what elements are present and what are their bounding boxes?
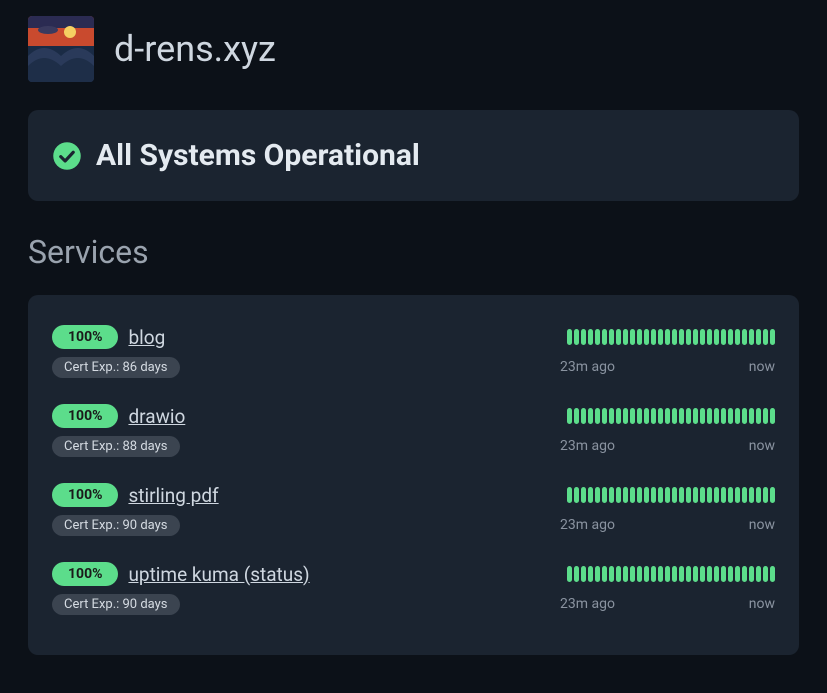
service-row: 100% uptime kuma (status) Cert Exp.: 90 … bbox=[52, 552, 775, 631]
page-header: d-rens.xyz bbox=[0, 0, 827, 98]
service-link-stirling-pdf[interactable]: stirling pdf bbox=[128, 484, 218, 507]
heartbeat-bar bbox=[567, 487, 775, 503]
time-to: now bbox=[749, 517, 775, 533]
uptime-badge: 100% bbox=[52, 325, 118, 349]
cert-badge: Cert Exp.: 90 days bbox=[52, 594, 180, 615]
service-row: 100% drawio Cert Exp.: 88 days 23m ago n… bbox=[52, 394, 775, 473]
service-link-blog[interactable]: blog bbox=[128, 326, 165, 349]
time-range: 23m ago now bbox=[560, 517, 775, 533]
uptime-badge: 100% bbox=[52, 562, 118, 586]
time-from: 23m ago bbox=[560, 359, 615, 375]
status-banner: All Systems Operational bbox=[28, 110, 799, 201]
service-link-uptime-kuma[interactable]: uptime kuma (status) bbox=[128, 563, 309, 586]
site-logo bbox=[28, 16, 94, 82]
heartbeat-bar bbox=[567, 408, 775, 424]
time-from: 23m ago bbox=[560, 438, 615, 454]
service-row: 100% stirling pdf Cert Exp.: 90 days 23m… bbox=[52, 473, 775, 552]
time-range: 23m ago now bbox=[560, 596, 775, 612]
time-range: 23m ago now bbox=[560, 359, 775, 375]
heartbeat-bar bbox=[567, 329, 775, 345]
cert-badge: Cert Exp.: 90 days bbox=[52, 515, 180, 536]
time-from: 23m ago bbox=[560, 517, 615, 533]
check-circle-icon bbox=[52, 141, 82, 171]
services-heading: Services bbox=[0, 221, 827, 287]
service-row: 100% blog Cert Exp.: 86 days 23m ago now bbox=[52, 315, 775, 394]
service-link-drawio[interactable]: drawio bbox=[128, 405, 185, 428]
services-panel: 100% blog Cert Exp.: 86 days 23m ago now… bbox=[28, 295, 799, 655]
site-title: d-rens.xyz bbox=[114, 28, 276, 70]
time-to: now bbox=[749, 359, 775, 375]
time-to: now bbox=[749, 596, 775, 612]
heartbeat-bar bbox=[567, 566, 775, 582]
cert-badge: Cert Exp.: 88 days bbox=[52, 436, 180, 457]
time-range: 23m ago now bbox=[560, 438, 775, 454]
uptime-badge: 100% bbox=[52, 404, 118, 428]
status-banner-text: All Systems Operational bbox=[96, 138, 420, 173]
uptime-badge: 100% bbox=[52, 483, 118, 507]
cert-badge: Cert Exp.: 86 days bbox=[52, 357, 180, 378]
time-to: now bbox=[749, 438, 775, 454]
time-from: 23m ago bbox=[560, 596, 615, 612]
